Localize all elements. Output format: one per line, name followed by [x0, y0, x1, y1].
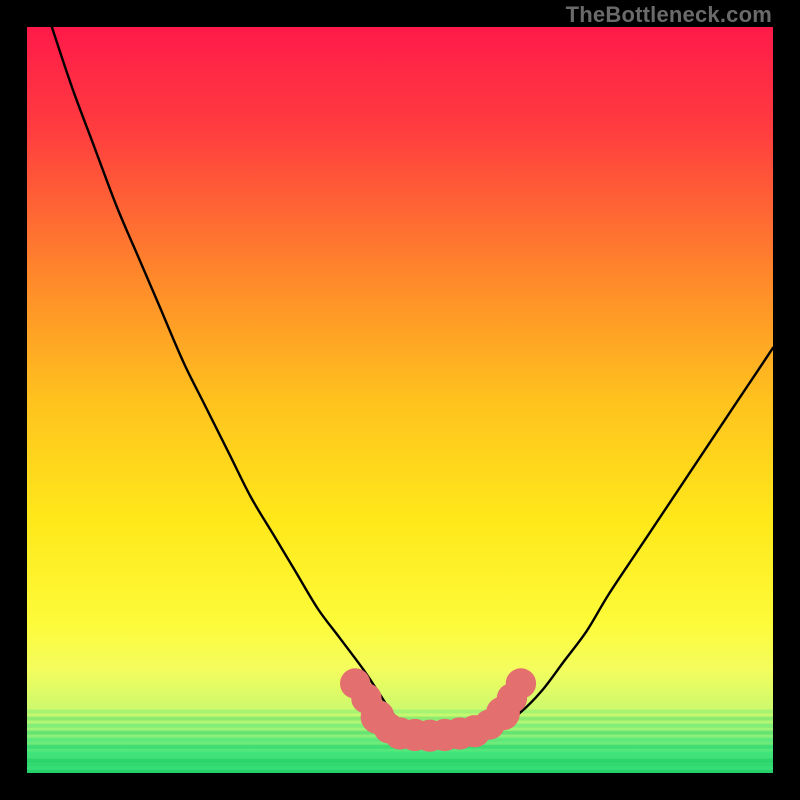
curve-marker: [506, 668, 536, 698]
plot-area: [27, 27, 773, 773]
chart-frame: TheBottleneck.com: [0, 0, 800, 800]
watermark-text: TheBottleneck.com: [566, 4, 772, 26]
gradient-background: [27, 27, 773, 773]
chart-svg: [27, 27, 773, 773]
